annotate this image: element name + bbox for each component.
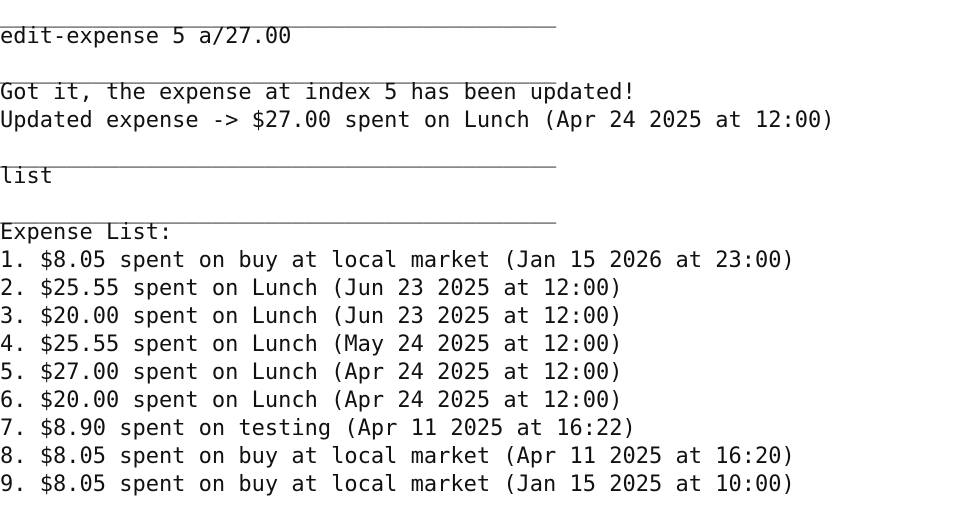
expense-list-item: 7. $8.90 spent on testing (Apr 11 2025 a… — [0, 416, 636, 441]
expense-list-item: 2. $25.55 spent on Lunch (Jun 23 2025 at… — [0, 276, 623, 301]
terminal-window[interactable]: ________________________________________… — [0, 0, 980, 508]
expense-list-header: Expense List: — [0, 220, 173, 245]
expense-list-item: 1. $8.05 spent on buy at local market (J… — [0, 248, 795, 273]
expense-list-item: 5. $27.00 spent on Lunch (Apr 24 2025 at… — [0, 360, 623, 385]
response-line-updated-expense: Updated expense -> $27.00 spent on Lunch… — [0, 108, 835, 133]
command-line-edit-expense: edit-expense 5 a/27.00 — [0, 24, 292, 49]
command-line-list: list — [0, 164, 53, 189]
expense-list-item: 8. $8.05 spent on buy at local market (A… — [0, 444, 795, 469]
expense-list-item: 9. $8.05 spent on buy at local market (J… — [0, 472, 795, 497]
expense-list-item: 6. $20.00 spent on Lunch (Apr 24 2025 at… — [0, 388, 623, 413]
expense-list-item: 3. $20.00 spent on Lunch (Jun 23 2025 at… — [0, 304, 623, 329]
divider-line: ________________________________________… — [0, 143, 557, 168]
expense-list-item: 4. $25.55 spent on Lunch (May 24 2025 at… — [0, 332, 623, 357]
response-line-updated: Got it, the expense at index 5 has been … — [0, 80, 636, 105]
